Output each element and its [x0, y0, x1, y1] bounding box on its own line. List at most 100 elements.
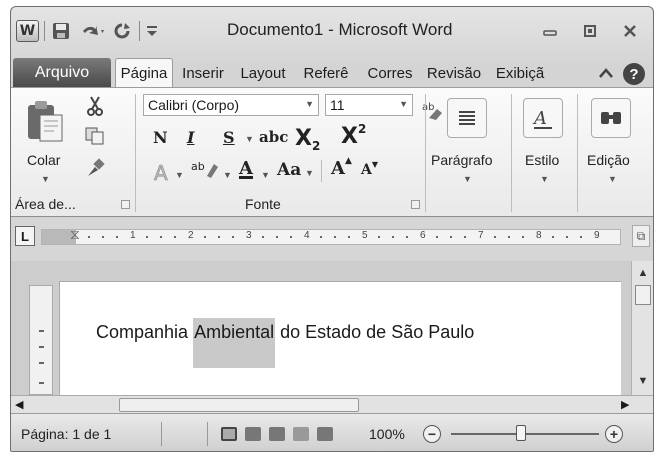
paragraph-icon[interactable] — [447, 98, 487, 138]
editing-label[interactable]: Edição — [587, 152, 630, 168]
clipboard-launcher-icon[interactable] — [121, 200, 130, 209]
save-icon[interactable] — [49, 19, 73, 43]
close-icon[interactable] — [615, 19, 645, 43]
change-case-button[interactable]: Aa — [277, 160, 301, 180]
print-layout-view-icon[interactable] — [221, 427, 237, 441]
change-case-dropdown-icon[interactable]: ▼ — [305, 168, 314, 178]
ruler-row: L ⧖ 1 2 3 4 5 6 7 8 9 ⧉ — [11, 219, 653, 261]
tab-page[interactable]: Página — [115, 58, 173, 87]
minimize-icon[interactable] — [535, 19, 565, 43]
indent-marker-icon[interactable]: ⧖ — [70, 226, 80, 243]
ruler-number: 4 — [304, 230, 310, 241]
web-layout-view-icon[interactable] — [269, 427, 285, 441]
bold-button[interactable]: N — [153, 128, 168, 147]
font-color-button[interactable]: A — [239, 158, 253, 179]
customize-qat-icon[interactable] — [143, 19, 161, 43]
styles-icon[interactable]: A — [523, 98, 563, 138]
text-before: Companhia — [96, 322, 194, 342]
horizontal-scroll-thumb[interactable] — [119, 398, 359, 412]
selected-text[interactable]: Ambiental — [193, 318, 276, 368]
ruler-number: 6 — [420, 230, 426, 241]
undo-icon[interactable] — [77, 19, 109, 43]
superscript-button[interactable]: X2 — [341, 121, 367, 150]
highlight-button[interactable]: ab — [191, 160, 219, 178]
draft-view-icon[interactable] — [317, 427, 333, 441]
text-effects-dropdown-icon[interactable]: ▼ — [175, 170, 184, 180]
document-page[interactable]: Companhia Ambiental do Estado de São Pau… — [59, 281, 621, 397]
ribbon: Colar ▼ Área de... Calibri (Corpo) ▼ 11 … — [11, 87, 653, 217]
tab-mailings[interactable]: Corres — [359, 60, 421, 87]
scroll-right-icon[interactable]: ▶ — [621, 398, 629, 411]
tab-layout[interactable]: Layout — [233, 60, 293, 87]
zoom-out-button[interactable]: − — [423, 425, 441, 443]
paste-icon[interactable] — [21, 98, 67, 144]
help-icon[interactable]: ? — [623, 63, 645, 85]
group-separator — [511, 94, 512, 212]
view-ruler-icon[interactable]: ⧉ — [632, 225, 650, 247]
strikethrough-button[interactable]: abc — [259, 128, 288, 146]
tab-file[interactable]: Arquivo — [13, 58, 111, 87]
document-area: Companhia Ambiental do Estado de São Pau… — [11, 261, 653, 397]
font-launcher-icon[interactable] — [411, 200, 420, 209]
editing-dropdown-icon[interactable]: ▼ — [608, 174, 617, 184]
qat-separator — [44, 21, 45, 41]
cut-icon[interactable] — [83, 94, 107, 118]
text-after: do Estado de São Paulo — [275, 322, 475, 342]
outline-view-icon[interactable] — [293, 427, 309, 441]
document-text[interactable]: Companhia Ambiental do Estado de São Pau… — [96, 318, 475, 368]
font-size-select[interactable]: 11 ▼ — [325, 94, 413, 116]
zoom-slider-thumb[interactable] — [516, 425, 526, 441]
tab-insert[interactable]: Inserir — [175, 60, 231, 87]
vertical-scroll-thumb[interactable] — [635, 285, 651, 305]
format-painter-icon[interactable] — [83, 156, 107, 180]
underline-button[interactable]: S — [223, 128, 235, 147]
text-effects-icon[interactable]: A — [151, 160, 175, 184]
page-count[interactable]: Página: 1 de 1 — [21, 426, 111, 442]
superscript-mark: 2 — [357, 121, 367, 136]
scroll-down-icon[interactable]: ▼ — [635, 373, 651, 389]
scroll-up-icon[interactable]: ▲ — [635, 265, 651, 281]
chevron-down-icon: ▼ — [305, 99, 314, 109]
word-app-icon[interactable]: W — [16, 20, 39, 42]
scroll-left-icon[interactable]: ◀ — [15, 398, 23, 411]
paragraph-dropdown-icon[interactable]: ▼ — [463, 174, 472, 184]
full-screen-view-icon[interactable] — [245, 427, 261, 441]
font-color-dropdown-icon[interactable]: ▼ — [261, 170, 270, 180]
collapse-ribbon-icon[interactable] — [599, 65, 613, 83]
shrink-font-button[interactable]: A ▼ — [361, 159, 378, 178]
subscript-button[interactable]: X2 — [295, 126, 321, 153]
window-title: Documento1 - Microsoft Word — [227, 20, 453, 39]
zoom-level[interactable]: 100% — [369, 426, 405, 442]
copy-icon[interactable] — [83, 124, 107, 148]
binoculars-icon[interactable] — [591, 98, 631, 138]
vertical-scrollbar[interactable]: ▲ ▼ — [631, 261, 653, 397]
ribbon-help-area: ? — [599, 63, 645, 85]
restore-icon[interactable] — [575, 19, 605, 43]
horizontal-scrollbar[interactable]: ◀ ▶ — [11, 395, 653, 413]
italic-button[interactable]: I — [187, 128, 194, 147]
tab-selector-button[interactable]: L — [15, 226, 35, 246]
paste-label[interactable]: Colar — [27, 152, 60, 168]
paste-dropdown-icon[interactable]: ▼ — [41, 174, 50, 184]
vertical-ruler[interactable] — [29, 285, 53, 395]
zoom-in-button[interactable]: + — [605, 425, 623, 443]
styles-label[interactable]: Estilo — [525, 152, 559, 168]
status-bar: Página: 1 de 1 100% − + — [11, 413, 653, 451]
underline-dropdown-icon[interactable]: ▼ — [245, 134, 254, 144]
clear-formatting-icon[interactable]: ab — [419, 96, 447, 124]
paragraph-label[interactable]: Parágrafo — [431, 152, 492, 168]
font-inner-separator — [321, 160, 322, 182]
ruler-number: 2 — [188, 230, 194, 241]
word-window: W Documento1 - Microsoft Word Arquivo Pá… — [10, 6, 654, 452]
subscript-mark: 2 — [311, 138, 321, 153]
styles-dropdown-icon[interactable]: ▼ — [540, 174, 549, 184]
grow-font-button[interactable]: A ▲ — [331, 156, 352, 180]
font-name-select[interactable]: Calibri (Corpo) ▼ — [143, 94, 319, 116]
tab-view[interactable]: Exibiçã — [489, 60, 551, 87]
horizontal-ruler[interactable]: ⧖ 1 2 3 4 5 6 7 8 9 — [41, 226, 621, 245]
font-size-value: 11 — [330, 97, 345, 113]
highlight-dropdown-icon[interactable]: ▼ — [223, 170, 232, 180]
redo-icon[interactable] — [111, 19, 133, 43]
tab-references[interactable]: Referê — [295, 60, 357, 87]
tab-review[interactable]: Revisão — [423, 60, 485, 87]
